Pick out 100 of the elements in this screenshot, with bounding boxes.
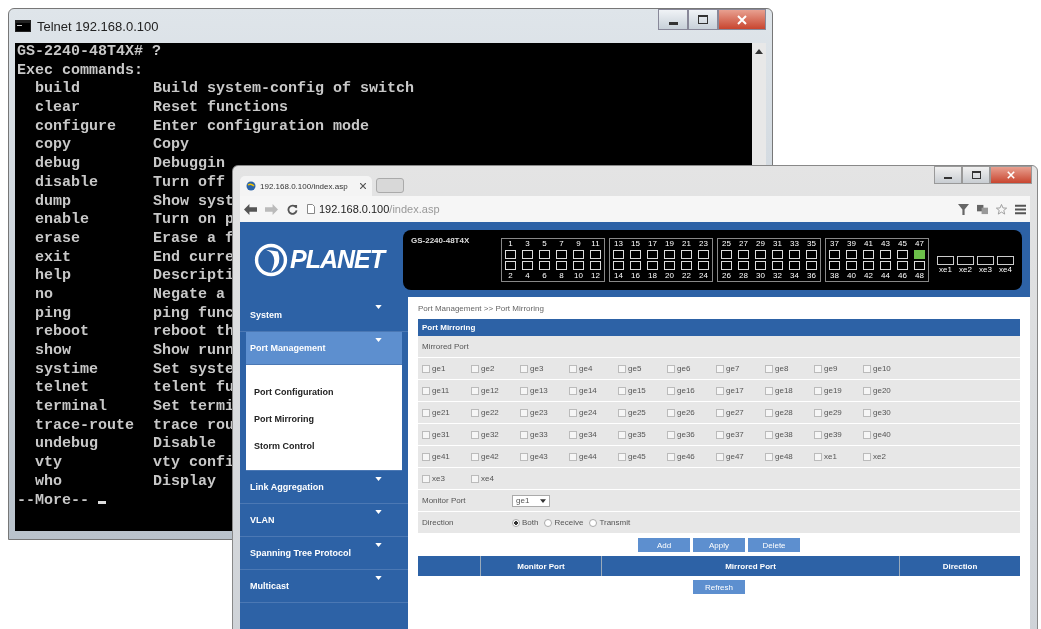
checkbox[interactable] xyxy=(520,386,528,395)
ethernet-port-icon[interactable] xyxy=(539,260,550,270)
radio-button[interactable] xyxy=(544,518,553,527)
checkbox[interactable] xyxy=(863,430,871,439)
checkbox[interactable] xyxy=(863,408,871,417)
checkbox[interactable] xyxy=(667,452,675,461)
ethernet-port-icon[interactable] xyxy=(914,249,925,259)
checkbox[interactable] xyxy=(422,408,430,417)
close-icon[interactable] xyxy=(360,183,366,189)
checkbox[interactable] xyxy=(422,430,430,439)
checkbox[interactable] xyxy=(569,430,577,439)
refresh-button[interactable]: Refresh xyxy=(693,580,745,594)
checkbox[interactable] xyxy=(716,408,724,417)
checkbox[interactable] xyxy=(618,430,626,439)
checkbox[interactable] xyxy=(569,364,577,373)
ethernet-port-icon[interactable] xyxy=(721,260,732,270)
ethernet-port-icon[interactable] xyxy=(698,249,709,259)
maximize-button[interactable] xyxy=(688,9,718,30)
sfp-port-icon[interactable] xyxy=(957,256,974,265)
ethernet-port-icon[interactable] xyxy=(556,249,567,259)
star-icon[interactable] xyxy=(996,203,1007,215)
checkbox[interactable] xyxy=(716,430,724,439)
ethernet-port-icon[interactable] xyxy=(681,260,692,270)
checkbox[interactable] xyxy=(471,364,479,373)
checkbox[interactable] xyxy=(471,430,479,439)
ethernet-port-icon[interactable] xyxy=(664,260,675,270)
checkbox[interactable] xyxy=(471,452,479,461)
ethernet-port-icon[interactable] xyxy=(789,260,800,270)
checkbox[interactable] xyxy=(814,430,822,439)
ethernet-port-icon[interactable] xyxy=(522,260,533,270)
ethernet-port-icon[interactable] xyxy=(573,249,584,259)
checkbox[interactable] xyxy=(765,452,773,461)
checkbox[interactable] xyxy=(422,386,430,395)
ethernet-port-icon[interactable] xyxy=(806,260,817,270)
ethernet-port-icon[interactable] xyxy=(556,260,567,270)
ethernet-port-icon[interactable] xyxy=(755,249,766,259)
ethernet-port-icon[interactable] xyxy=(522,249,533,259)
ethernet-port-icon[interactable] xyxy=(880,249,891,259)
back-icon[interactable] xyxy=(244,203,257,215)
ethernet-port-icon[interactable] xyxy=(647,260,658,270)
checkbox[interactable] xyxy=(814,386,822,395)
ethernet-port-icon[interactable] xyxy=(630,260,641,270)
checkbox[interactable] xyxy=(422,364,430,373)
ethernet-port-icon[interactable] xyxy=(755,260,766,270)
ethernet-port-icon[interactable] xyxy=(681,249,692,259)
minimize-button[interactable] xyxy=(934,166,962,184)
checkbox[interactable] xyxy=(814,408,822,417)
maximize-button[interactable] xyxy=(962,166,990,184)
ethernet-port-icon[interactable] xyxy=(613,249,624,259)
checkbox[interactable] xyxy=(569,386,577,395)
ethernet-port-icon[interactable] xyxy=(664,249,675,259)
ethernet-port-icon[interactable] xyxy=(721,249,732,259)
checkbox[interactable] xyxy=(765,364,773,373)
checkbox[interactable] xyxy=(569,452,577,461)
checkbox[interactable] xyxy=(716,364,724,373)
checkbox[interactable] xyxy=(618,452,626,461)
submenu-item[interactable]: Port Mirroring xyxy=(254,406,402,433)
action-button[interactable]: Add xyxy=(638,538,690,552)
ethernet-port-icon[interactable] xyxy=(613,260,624,270)
sfp-port-icon[interactable] xyxy=(997,256,1014,265)
checkbox[interactable] xyxy=(520,408,528,417)
ethernet-port-icon[interactable] xyxy=(914,260,925,270)
checkbox[interactable] xyxy=(667,364,675,373)
minimize-button[interactable] xyxy=(658,9,688,30)
ethernet-port-icon[interactable] xyxy=(630,249,641,259)
ethernet-port-icon[interactable] xyxy=(698,260,709,270)
sfp-port-icon[interactable] xyxy=(977,256,994,265)
sidebar-item[interactable]: Port Management xyxy=(246,332,402,365)
checkbox[interactable] xyxy=(765,408,773,417)
checkbox[interactable] xyxy=(863,452,871,461)
ethernet-port-icon[interactable] xyxy=(738,249,749,259)
scroll-up-icon[interactable] xyxy=(755,49,763,54)
radio-button[interactable] xyxy=(589,518,598,527)
ethernet-port-icon[interactable] xyxy=(829,249,840,259)
checkbox[interactable] xyxy=(520,430,528,439)
ethernet-port-icon[interactable] xyxy=(505,260,516,270)
ethernet-port-icon[interactable] xyxy=(772,260,783,270)
ethernet-port-icon[interactable] xyxy=(789,249,800,259)
ethernet-port-icon[interactable] xyxy=(590,260,601,270)
checkbox[interactable] xyxy=(667,408,675,417)
ethernet-port-icon[interactable] xyxy=(897,260,908,270)
ethernet-port-icon[interactable] xyxy=(863,249,874,259)
sidebar-item[interactable]: VLAN xyxy=(240,504,408,537)
checkbox[interactable] xyxy=(667,430,675,439)
checkbox[interactable] xyxy=(520,364,528,373)
ethernet-port-icon[interactable] xyxy=(897,249,908,259)
ethernet-port-icon[interactable] xyxy=(647,249,658,259)
translate-icon[interactable] xyxy=(977,203,988,215)
monitor-port-select[interactable]: ge1 xyxy=(512,494,550,507)
ethernet-port-icon[interactable] xyxy=(772,249,783,259)
checkbox[interactable] xyxy=(667,386,675,395)
reload-icon[interactable] xyxy=(286,203,299,215)
checkbox[interactable] xyxy=(814,364,822,373)
checkbox[interactable] xyxy=(471,408,479,417)
menu-icon[interactable] xyxy=(1015,203,1026,215)
ethernet-port-icon[interactable] xyxy=(738,260,749,270)
checkbox[interactable] xyxy=(765,430,773,439)
checkbox[interactable] xyxy=(471,386,479,395)
checkbox[interactable] xyxy=(422,474,430,483)
ethernet-port-icon[interactable] xyxy=(863,260,874,270)
